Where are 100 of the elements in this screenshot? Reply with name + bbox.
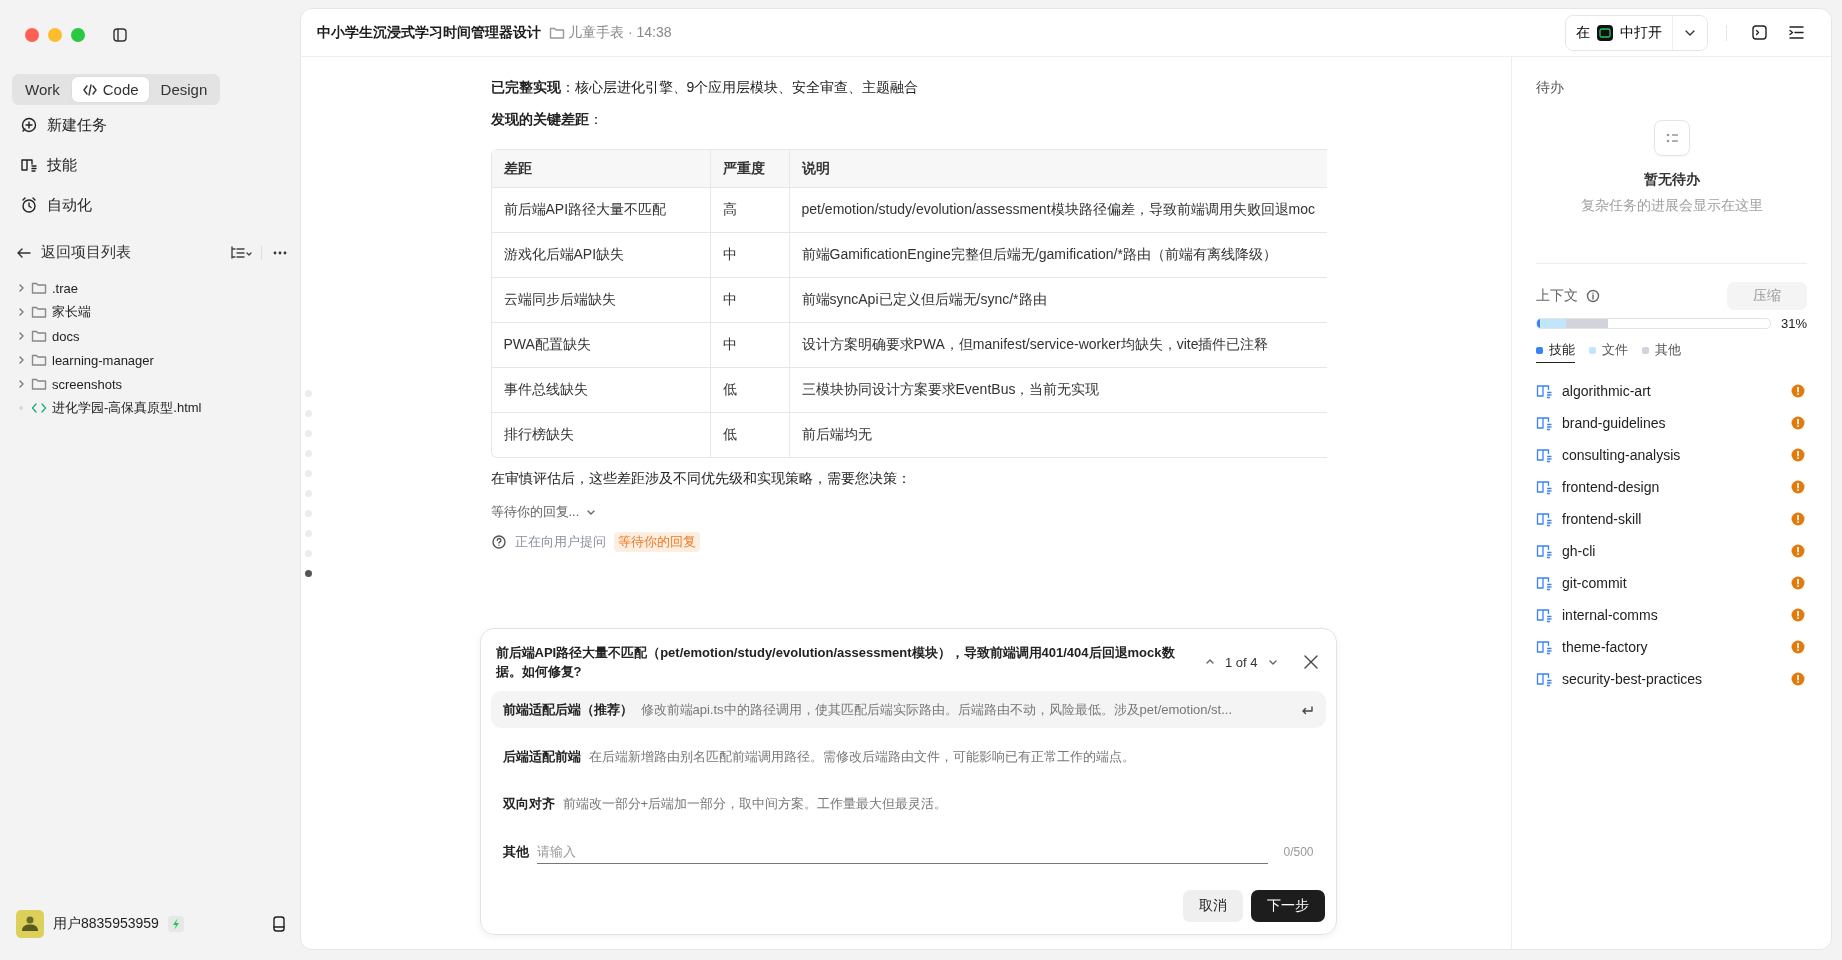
skill-name[interactable]: gh-cli: [1562, 543, 1596, 559]
status-badge: 等待你的回复: [613, 532, 700, 552]
info-icon: [1586, 289, 1600, 303]
answer-option[interactable]: 后端适配前端 在后端新增路由别名匹配前端调用路径。需修改后端路由文件，可能影响已有正常工作的端点。: [490, 738, 1326, 775]
warning-icon: [1791, 576, 1805, 590]
table-cell: 排行榜缺失: [491, 413, 711, 457]
panel-title: 待办: [1536, 79, 1565, 97]
nav-item[interactable]: 自动化: [12, 185, 288, 225]
warning-icon: [1791, 608, 1805, 622]
book-icon: [1536, 383, 1552, 399]
file-tree-item[interactable]: 进化学园-高保真原型.html: [12, 396, 288, 420]
table-cell: 低: [710, 368, 790, 413]
code-icon: [81, 81, 98, 98]
table-cell: 前后端API路径大量不匹配: [491, 188, 711, 233]
folder-icon: [31, 376, 47, 392]
conclusion-text: 在审慎评估后，这些差距涉及不同优先级和实现策略，需要您决策：: [489, 469, 912, 488]
warning-icon: [1791, 384, 1805, 398]
status-text: 正在向用户提问: [514, 533, 606, 551]
option-description: 前端改一部分+后端加一部分，取中间方案。工作量最大但最灵活。: [562, 794, 949, 813]
file-tree-item[interactable]: 家长端: [12, 300, 288, 324]
project-title: 中小学生沉浸式学习时间管理器设计: [317, 23, 541, 42]
nav-item[interactable]: 技能: [12, 145, 288, 185]
minimize-button[interactable]: [48, 28, 62, 42]
empty-hint: 复杂任务的进展会显示在这里: [1580, 197, 1763, 215]
book-icon: [1536, 415, 1552, 431]
option-label: 后端适配前端: [502, 747, 581, 766]
folder-icon: [31, 304, 47, 320]
skill-name[interactable]: git-commit: [1562, 575, 1627, 591]
file-tree-item[interactable]: learning-manager: [12, 348, 288, 372]
open-in-button[interactable]: 在 中打开: [1566, 15, 1673, 50]
table-cell: 三模块协同设计方案要求EventBus，当前无实现: [789, 368, 1327, 413]
book-icon: [1536, 511, 1552, 527]
close-button[interactable]: [25, 28, 39, 42]
terminal-app-icon: [1597, 24, 1613, 41]
mode-tab[interactable]: Code: [71, 77, 149, 102]
table-cell-text: 前后端均无: [800, 425, 873, 444]
question-text: 前后端API路径大量不匹配（pet/emotion/study/evolution/assessment模块），导致前端调用401/404后回退mock数据。如何修复?: [495, 644, 1176, 681]
table-cell: 前端syncApi已定义但后端无/sync/*路由: [789, 278, 1327, 323]
device-icon[interactable]: [270, 915, 288, 933]
folder-icon: [31, 352, 47, 368]
nav-item[interactable]: 新建任务: [12, 105, 288, 145]
other-label: 其他: [502, 843, 529, 861]
folder-icon: [31, 328, 47, 344]
user-name: 用户8835953959: [53, 915, 159, 933]
skill-name[interactable]: frontend-skill: [1562, 511, 1642, 527]
legend-tab[interactable]: 技能: [1536, 341, 1575, 363]
answer-option[interactable]: 前端适配后端（推荐） 修改前端api.ts中的路径调用，使其匹配后端实际路由。后端路由不动，风险最低。涉及pet/emotion/st...: [490, 691, 1326, 728]
warning-icon: [1791, 416, 1805, 430]
option-description: 修改前端api.ts中的路径调用，使其匹配后端实际路由。后端路由不动，风险最低。涉及pet/emotion/st...: [640, 700, 1234, 719]
book-icon: [1536, 607, 1552, 623]
context-title: 上下文: [1536, 287, 1578, 305]
book-icon: [1536, 575, 1552, 591]
waiting-toggle[interactable]: 等待你的回复...: [479, 500, 608, 524]
panel-list-icon[interactable]: [1788, 24, 1805, 41]
folder-icon: [31, 280, 47, 296]
book-icon: [1536, 671, 1552, 687]
skill-name[interactable]: consulting-analysis: [1562, 447, 1681, 463]
file-tree-item[interactable]: docs: [12, 324, 288, 348]
warning-icon: [1791, 480, 1805, 494]
file-tree-item[interactable]: screenshots: [12, 372, 288, 396]
legend-tab[interactable]: 其他: [1642, 341, 1681, 363]
next-button[interactable]: 下一步: [1250, 890, 1325, 922]
tree-view-icon[interactable]: [229, 244, 253, 261]
skill-name[interactable]: brand-guidelines: [1562, 415, 1666, 431]
legend-tab[interactable]: 文件: [1589, 341, 1628, 363]
message-marker[interactable]: [305, 569, 312, 577]
mode-tab[interactable]: Work: [15, 77, 70, 102]
terminal-icon[interactable]: [1751, 24, 1768, 41]
skill-name[interactable]: algorithmic-art: [1562, 383, 1651, 399]
question-circle-icon: [490, 534, 507, 550]
avatar-icon: [16, 910, 44, 938]
skill-name[interactable]: frontend-design: [1562, 479, 1660, 495]
usage-percent: 31%: [1780, 316, 1807, 331]
skill-name[interactable]: internal-comms: [1562, 607, 1658, 623]
back-link[interactable]: 返回项目列表: [16, 243, 229, 262]
return-key-icon: [1299, 703, 1314, 716]
lightning-badge-icon: [167, 916, 184, 932]
table-cell: 事件总线缺失: [491, 368, 711, 413]
book-icon: [20, 156, 38, 174]
zoom-button[interactable]: [71, 28, 85, 42]
table-cell: 低: [710, 413, 790, 457]
table-cell: 游戏化后端API缺失: [491, 233, 711, 278]
page-indicator: 1 of 4: [1224, 654, 1258, 670]
warning-icon: [1791, 448, 1805, 462]
option-label: 双向对齐: [502, 794, 555, 813]
table-cell: 设计方案明确要求PWA，但manifest/service-worker均缺失，vite插件已注释: [789, 323, 1327, 368]
folder-label: 儿童手表 · 14:38: [568, 23, 672, 42]
warning-icon: [1791, 544, 1805, 558]
new-task-icon: [20, 116, 38, 134]
file-tree-item[interactable]: .trae: [12, 276, 288, 300]
answer-option[interactable]: 双向对齐 前端改一部分+后端加一部分，取中间方案。工作量最大但最灵活。: [490, 785, 1326, 822]
cancel-button[interactable]: 取消: [1182, 890, 1243, 922]
mode-tab[interactable]: Design: [150, 77, 218, 102]
table-cell: 高: [710, 188, 790, 233]
skill-name[interactable]: theme-factory: [1562, 639, 1648, 655]
summary-text: 已完整实现：核心层进化引擎、9个应用层模块、安全审查、主题融合: [489, 78, 920, 97]
skill-name[interactable]: security-best-practices: [1562, 671, 1703, 687]
table-cell: pet/emotion/study/evolution/assessment模块路径偏差，导致前端调用失败回退moc: [789, 188, 1327, 233]
alarm-clock-icon: [20, 196, 38, 214]
sidebar-toggle-icon[interactable]: [112, 27, 128, 43]
